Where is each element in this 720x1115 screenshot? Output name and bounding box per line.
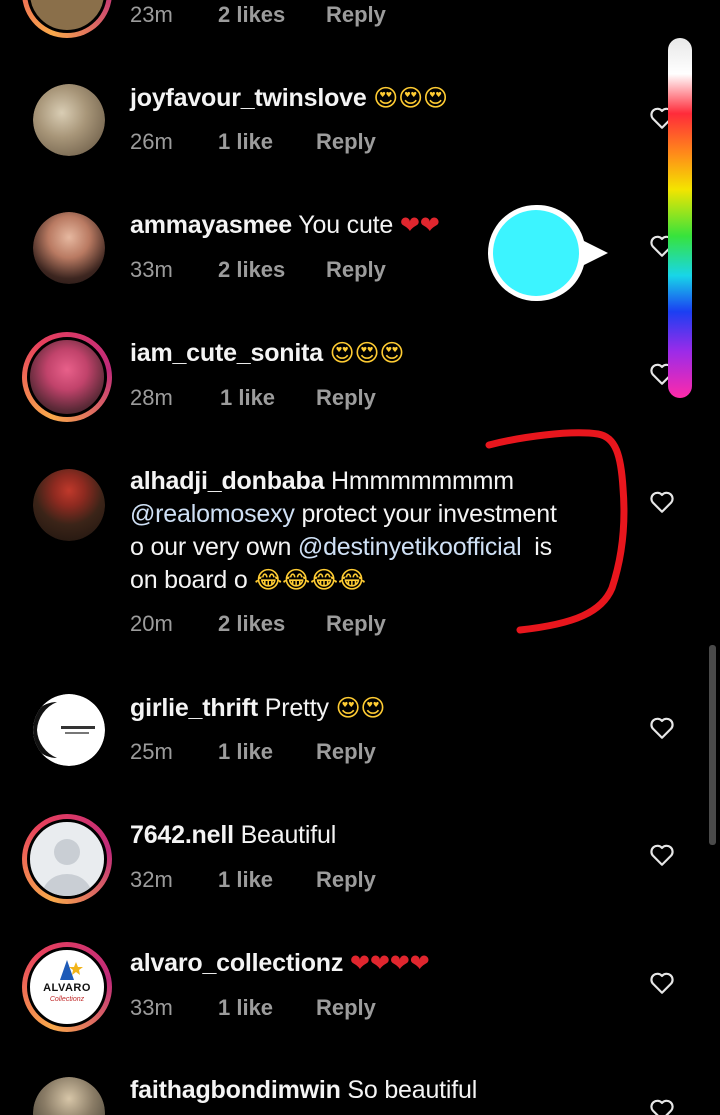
heart-outline-icon[interactable] bbox=[649, 1098, 675, 1115]
avatar[interactable]: ALVARO Collectionz bbox=[22, 942, 112, 1032]
brand-logo-icon bbox=[33, 702, 95, 758]
reply-button[interactable]: Reply bbox=[316, 867, 376, 893]
comment-text: joyfavour_twinslove 😍😍😍 bbox=[130, 82, 620, 115]
comment-text: alvaro_collectionz ❤❤❤❤ bbox=[130, 947, 620, 980]
comment-body: on board o bbox=[130, 566, 248, 594]
tears-of-joy-emoji: 😂 bbox=[337, 566, 366, 594]
comment-time: 26m bbox=[130, 129, 173, 154]
avatar[interactable] bbox=[22, 332, 112, 422]
comment-time: 23m bbox=[130, 2, 173, 27]
comment-username[interactable]: alhadji_donbaba bbox=[130, 467, 324, 495]
heart-eyes-emoji: 😍 bbox=[379, 339, 405, 367]
like-count[interactable]: 1 like bbox=[220, 385, 275, 411]
avatar[interactable] bbox=[33, 212, 105, 284]
red-heart-emoji: ❤ bbox=[409, 949, 430, 977]
heart-eyes-emoji: 😍 bbox=[360, 694, 386, 722]
comment-body: Beautiful bbox=[240, 821, 337, 849]
comment-time: 25m bbox=[130, 739, 173, 764]
red-heart-emoji: ❤ bbox=[419, 211, 440, 239]
heart-eyes-emoji: 😍 bbox=[373, 84, 399, 112]
like-count[interactable]: 2 likes bbox=[218, 2, 285, 28]
reply-button[interactable]: Reply bbox=[326, 611, 386, 637]
reply-button[interactable]: Reply bbox=[326, 257, 386, 283]
red-heart-emoji: ❤ bbox=[349, 949, 370, 977]
logo-subtext: Collectionz bbox=[49, 996, 85, 1003]
reply-button[interactable]: Reply bbox=[316, 129, 376, 155]
heart-outline-icon[interactable] bbox=[649, 971, 675, 995]
color-picker-bubble[interactable] bbox=[486, 203, 610, 303]
tears-of-joy-emoji: 😂 bbox=[309, 566, 338, 594]
comment-body: Pretty bbox=[264, 694, 329, 722]
tears-of-joy-emoji: 😂 bbox=[282, 566, 310, 594]
comment-username[interactable]: alvaro_collectionz bbox=[130, 949, 343, 977]
avatar[interactable] bbox=[33, 694, 105, 766]
heart-eyes-emoji: 😍 bbox=[398, 84, 423, 112]
mention-link[interactable]: @destinyetikoofficial bbox=[298, 533, 522, 561]
comment-username[interactable]: girlie_thrift bbox=[130, 694, 258, 722]
comment-body: protect your investment bbox=[301, 500, 557, 528]
comment-username[interactable]: faithagbondimwin bbox=[130, 1076, 341, 1104]
logo-text: ALVARO bbox=[43, 982, 91, 994]
color-gradient-slider[interactable] bbox=[668, 38, 692, 398]
red-heart-emoji: ❤ bbox=[389, 949, 410, 977]
mention-link[interactable]: @realomosexy bbox=[130, 500, 295, 528]
avatar[interactable] bbox=[22, 0, 112, 38]
red-heart-emoji: ❤ bbox=[399, 211, 420, 239]
heart-outline-icon[interactable] bbox=[649, 716, 675, 740]
comment-body: Hmmmmmmmm bbox=[331, 467, 514, 495]
reply-button[interactable]: Reply bbox=[316, 385, 376, 411]
comment-body: You cute bbox=[298, 211, 394, 239]
comment-text: faithagbondimwin So beautiful bbox=[130, 1074, 620, 1107]
comment-text: iam_cute_sonita 😍😍😍 bbox=[130, 337, 620, 370]
comment-username[interactable]: iam_cute_sonita bbox=[130, 339, 323, 367]
heart-eyes-emoji: 😍 bbox=[335, 694, 361, 722]
comment-username[interactable]: ammayasmee bbox=[130, 211, 292, 239]
avatar[interactable] bbox=[33, 469, 105, 541]
avatar[interactable] bbox=[33, 84, 105, 156]
comment-text: girlie_thrift Pretty 😍😍 bbox=[130, 692, 620, 725]
heart-outline-icon[interactable] bbox=[649, 843, 675, 867]
comment-time: 32m bbox=[130, 867, 173, 892]
comment-body: So beautiful bbox=[347, 1076, 478, 1104]
like-count[interactable]: 1 like bbox=[218, 867, 273, 893]
like-count[interactable]: 2 likes bbox=[218, 611, 285, 637]
comment-body: is bbox=[534, 533, 552, 561]
comments-screen: 23m 2 likes Reply joyfavour_twinslove 😍😍… bbox=[0, 0, 720, 1115]
heart-eyes-emoji: 😍 bbox=[422, 84, 448, 112]
tears-of-joy-emoji: 😂 bbox=[254, 566, 283, 594]
like-count[interactable]: 2 likes bbox=[218, 257, 285, 283]
reply-button[interactable]: Reply bbox=[326, 2, 386, 28]
comment-username[interactable]: joyfavour_twinslove bbox=[130, 84, 367, 112]
reply-button[interactable]: Reply bbox=[316, 995, 376, 1021]
like-count[interactable]: 1 like bbox=[218, 739, 273, 765]
heart-eyes-emoji: 😍 bbox=[354, 339, 380, 367]
heart-eyes-emoji: 😍 bbox=[329, 339, 355, 367]
avatar[interactable] bbox=[22, 814, 112, 904]
red-heart-emoji: ❤ bbox=[369, 949, 390, 977]
scroll-indicator[interactable] bbox=[709, 645, 716, 845]
comment-time: 33m bbox=[130, 995, 173, 1020]
comment-time: 20m bbox=[130, 611, 173, 636]
reply-button[interactable]: Reply bbox=[316, 739, 376, 765]
comment-time: 33m bbox=[130, 257, 173, 282]
comment-body: o our very own bbox=[130, 533, 292, 561]
heart-outline-icon[interactable] bbox=[649, 490, 675, 514]
comment-text: 7642.nell Beautiful bbox=[130, 819, 620, 852]
default-avatar-icon bbox=[42, 839, 92, 896]
comment-username[interactable]: 7642.nell bbox=[130, 821, 234, 849]
avatar[interactable] bbox=[33, 1077, 105, 1115]
like-count[interactable]: 1 like bbox=[218, 995, 273, 1021]
like-count[interactable]: 1 like bbox=[218, 129, 273, 155]
comment-time: 28m bbox=[130, 385, 173, 410]
comment-text: alhadji_donbaba Hmmmmmmmm @realomosexy p… bbox=[130, 465, 620, 597]
